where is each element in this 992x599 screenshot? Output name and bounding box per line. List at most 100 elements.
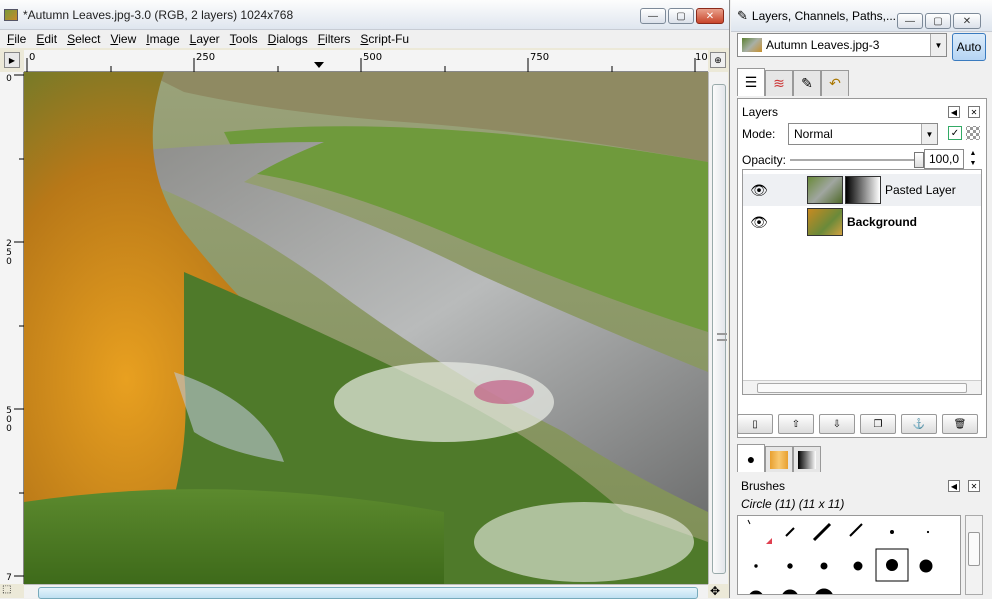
- chevron-down-icon[interactable]: ▼: [930, 34, 946, 56]
- gradient-icon: [798, 450, 816, 469]
- menu-script-fu[interactable]: Script-Fu: [355, 32, 414, 46]
- brush-grid[interactable]: [737, 515, 961, 595]
- tab-gradients[interactable]: [793, 446, 821, 472]
- mode-select[interactable]: Normal ▼: [788, 123, 938, 145]
- layer-row-background[interactable]: 👁 Background: [743, 206, 981, 238]
- layer-mask-thumbnail: [845, 176, 881, 204]
- brushes-scrollbar[interactable]: [965, 515, 983, 595]
- dock-minimize-button[interactable]: —: [897, 13, 923, 29]
- dock-tabs: ☰ ≋ ✎ ↶: [737, 68, 849, 96]
- image-canvas[interactable]: [24, 72, 708, 584]
- new-layer-button[interactable]: ▯: [737, 414, 773, 434]
- layer-thumbnail: [807, 176, 843, 204]
- horizontal-scrollbar[interactable]: [24, 584, 708, 599]
- brush-tabs: ●: [737, 444, 821, 472]
- ruler-label-1000: 10: [695, 52, 708, 63]
- close-button[interactable]: ✕: [696, 8, 724, 24]
- layer-buttons: ▯ ⇧ ⇩ ❐ ⚓ 🗑: [737, 414, 978, 434]
- image-icon: [4, 8, 18, 21]
- ruler-v-label-250: 250: [6, 239, 12, 267]
- horizontal-ruler[interactable]: 0 250 500 750 10: [24, 50, 708, 72]
- image-select-value: Autumn Leaves.jpg-3: [766, 38, 880, 52]
- image-menu-button[interactable]: ▶: [4, 52, 20, 68]
- panel-close-icon[interactable]: ✕: [968, 106, 980, 118]
- vertical-scrollbar[interactable]: [708, 72, 728, 584]
- mode-chevron-down-icon[interactable]: ▼: [921, 124, 937, 144]
- tab-layers[interactable]: ☰: [737, 68, 765, 96]
- panel-menu-icon[interactable]: ◀: [948, 106, 960, 118]
- opacity-label: Opacity:: [742, 153, 787, 167]
- dock-titlebar[interactable]: ✎ Layers, Channels, Paths,... — ▢ ✕: [731, 0, 992, 32]
- layer-row-pasted[interactable]: 👁 Pasted Layer: [743, 174, 981, 206]
- menu-layer[interactable]: Layer: [185, 32, 225, 46]
- layer-name: Background: [847, 215, 918, 229]
- minimize-button[interactable]: —: [640, 8, 666, 24]
- arrow-down-icon: ⇩: [832, 418, 842, 430]
- menu-dialogs[interactable]: Dialogs: [263, 32, 313, 46]
- brushes-menu-icon[interactable]: ◀: [948, 480, 960, 492]
- keep-transparency-checkbox[interactable]: ✓: [948, 126, 962, 140]
- maximize-button[interactable]: ▢: [668, 8, 694, 24]
- opacity-slider-handle[interactable]: [914, 152, 924, 168]
- delete-layer-button[interactable]: 🗑: [942, 414, 978, 434]
- tab-undo-history[interactable]: ↶: [821, 70, 849, 96]
- layers-panel-title: Layers: [742, 105, 779, 119]
- dock-close-button[interactable]: ✕: [953, 13, 981, 29]
- menu-image[interactable]: Image: [141, 32, 184, 46]
- menu-view[interactable]: View: [105, 32, 141, 46]
- brushes-close-icon[interactable]: ✕: [968, 480, 980, 492]
- menubar: File Edit Select View Image Layer Tools …: [0, 30, 729, 48]
- ruler-label-750: 750: [530, 52, 550, 63]
- current-brush-label: Circle (11) (11 x 11): [741, 497, 845, 511]
- menu-edit[interactable]: Edit: [31, 32, 62, 46]
- ruler-v-label-500: 500: [6, 406, 12, 434]
- visibility-eye-icon[interactable]: 👁: [743, 214, 775, 231]
- anchor-icon: ⚓: [912, 418, 926, 430]
- window-title: *Autumn Leaves.jpg-3.0 (RGB, 2 layers) 1…: [23, 7, 294, 22]
- opacity-spin-icon[interactable]: ▲ ▼: [966, 149, 980, 169]
- opacity-slider[interactable]: [790, 152, 924, 168]
- layer-thumbnail: [807, 208, 843, 236]
- navigate-button[interactable]: ⊕: [710, 52, 726, 68]
- ruler-label-500: 500: [363, 52, 383, 63]
- layers-dock: ✎ Layers, Channels, Paths,... — ▢ ✕ Autu…: [731, 0, 992, 598]
- tab-paths[interactable]: ✎: [793, 70, 821, 96]
- layers-list: 👁 Pasted Layer 👁 Background: [742, 169, 982, 395]
- image-thumbnail: [742, 38, 762, 52]
- raise-layer-button[interactable]: ⇧: [778, 414, 814, 434]
- tab-patterns[interactable]: [765, 446, 793, 472]
- horizontal-scroll-thumb[interactable]: [38, 587, 698, 599]
- lock-alpha-icon[interactable]: [966, 126, 980, 140]
- lower-layer-button[interactable]: ⇩: [819, 414, 855, 434]
- mode-select-value: Normal: [794, 127, 833, 141]
- menu-file[interactable]: File: [2, 32, 31, 46]
- anchor-layer-button[interactable]: ⚓: [901, 414, 937, 434]
- opacity-input[interactable]: 100,0: [924, 149, 964, 169]
- quick-mask-icon[interactable]: ⬚: [2, 584, 20, 598]
- auto-button[interactable]: Auto: [952, 33, 986, 61]
- brush-icon: ●: [746, 450, 756, 467]
- image-select[interactable]: Autumn Leaves.jpg-3 ▼: [737, 33, 947, 57]
- tab-channels[interactable]: ≋: [765, 70, 793, 96]
- brushes-scroll-thumb[interactable]: [968, 532, 980, 566]
- window-titlebar[interactable]: *Autumn Leaves.jpg-3.0 (RGB, 2 layers) 1…: [0, 0, 729, 30]
- menu-filters[interactable]: Filters: [313, 32, 356, 46]
- ruler-label-250: 250: [196, 52, 216, 63]
- vertical-scroll-thumb[interactable]: [712, 84, 727, 574]
- ruler-v-label-750: 7: [6, 573, 12, 583]
- layers-hscroll-thumb[interactable]: [757, 383, 967, 393]
- duplicate-icon: ❐: [873, 418, 883, 430]
- navigate-icon[interactable]: ✥: [710, 584, 728, 598]
- tab-brushes[interactable]: ●: [737, 444, 765, 472]
- visibility-eye-icon[interactable]: 👁: [743, 182, 775, 199]
- paths-icon: ✎: [801, 75, 813, 91]
- arrow-up-icon: ⇧: [791, 418, 801, 430]
- menu-select[interactable]: Select: [62, 32, 105, 46]
- menu-tools[interactable]: Tools: [225, 32, 263, 46]
- layers-hscrollbar[interactable]: [743, 380, 981, 394]
- layer-name: Pasted Layer: [885, 183, 956, 197]
- vertical-ruler[interactable]: 0 250 500 7: [0, 72, 24, 584]
- duplicate-layer-button[interactable]: ❐: [860, 414, 896, 434]
- ruler-v-label-0: 0: [6, 74, 12, 84]
- dock-maximize-button[interactable]: ▢: [925, 13, 951, 29]
